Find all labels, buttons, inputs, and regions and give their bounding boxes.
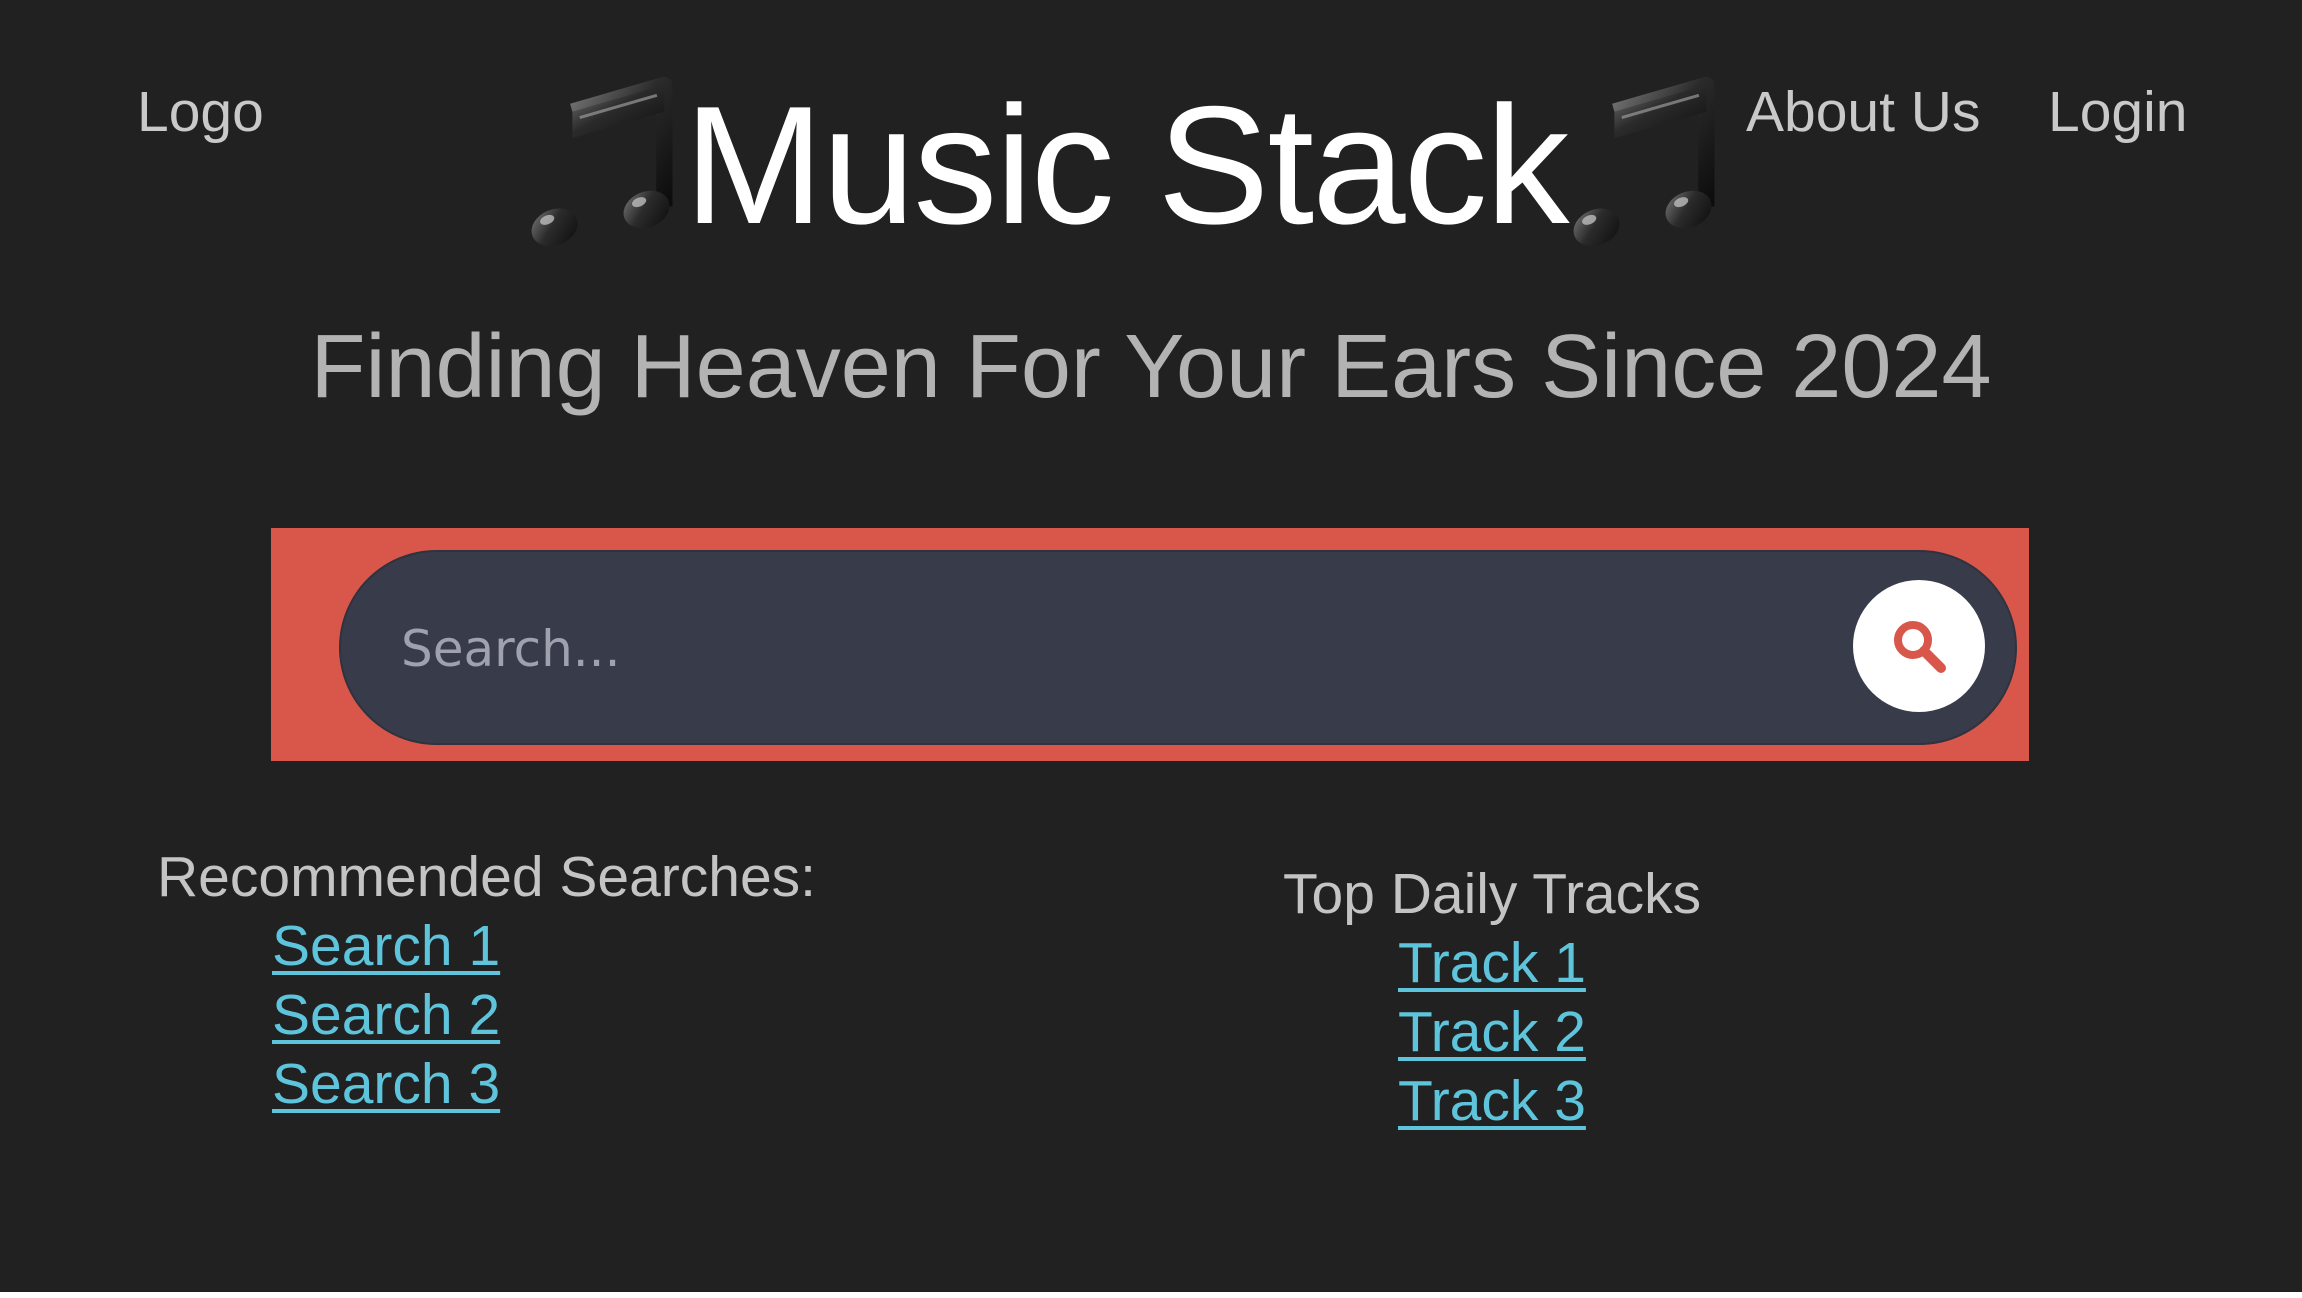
musical-notes-icon <box>1572 76 1722 254</box>
top-daily-tracks-heading: Top Daily Tracks <box>1283 862 1702 926</box>
track-link[interactable]: Track 1 <box>1398 931 1586 995</box>
list-item: Track 1 <box>1398 929 1586 998</box>
search-banner <box>271 528 2029 761</box>
musical-notes-icon <box>530 76 680 254</box>
top-daily-tracks-list: Track 1 Track 2 Track 3 <box>1398 929 1586 1136</box>
recommended-searches-list: Search 1 Search 2 Search 3 <box>272 912 500 1119</box>
recommended-search-link[interactable]: Search 3 <box>272 1052 500 1116</box>
list-item: Search 1 <box>272 912 500 981</box>
page: Logo Music Stack About Us Login Finding … <box>0 0 2302 1292</box>
nav-about-us[interactable]: About Us <box>1746 84 1980 141</box>
search-bar <box>339 550 2017 745</box>
list-item: Search 2 <box>272 981 500 1050</box>
track-link[interactable]: Track 2 <box>1398 1000 1586 1064</box>
site-title: Music Stack <box>684 71 1570 259</box>
list-item: Track 2 <box>1398 998 1586 1067</box>
recommended-searches-heading: Recommended Searches: <box>157 845 817 909</box>
nav-login[interactable]: Login <box>2048 84 2187 141</box>
search-icon <box>1894 621 1946 673</box>
logo[interactable]: Logo <box>137 84 264 141</box>
list-item: Track 3 <box>1398 1067 1586 1136</box>
tagline: Finding Heaven For Your Ears Since 2024 <box>310 317 1992 417</box>
recommended-search-link[interactable]: Search 2 <box>272 983 500 1047</box>
track-link[interactable]: Track 3 <box>1398 1069 1586 1133</box>
search-button[interactable] <box>1853 580 1985 712</box>
search-input[interactable] <box>399 600 1803 697</box>
site-title-row: Music Stack <box>530 75 1722 255</box>
list-item: Search 3 <box>272 1050 500 1119</box>
recommended-search-link[interactable]: Search 1 <box>272 914 500 978</box>
